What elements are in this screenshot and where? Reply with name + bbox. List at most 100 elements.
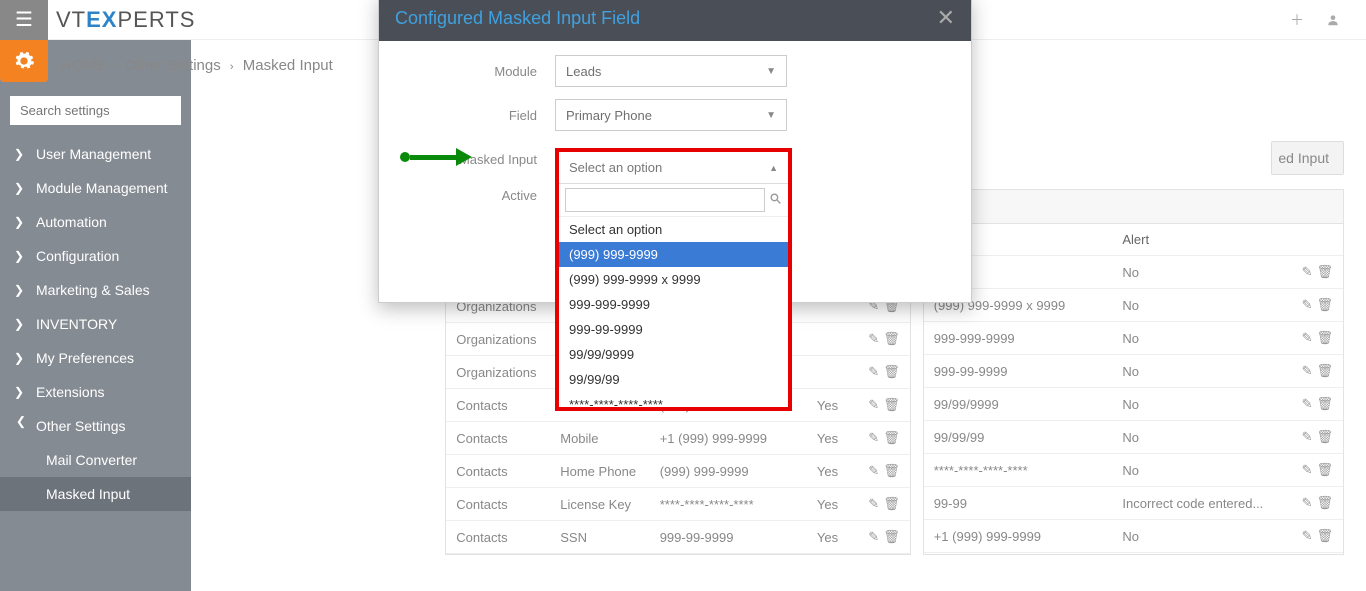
label-active: Active: [379, 188, 555, 203]
dropdown-option[interactable]: 999-99-9999: [559, 317, 788, 342]
row-actions: ✎🗑: [1283, 355, 1343, 388]
cell: +1 (999) 999-9999: [924, 520, 1113, 553]
cell: Contacts: [446, 521, 550, 554]
sidebar-item-module-management[interactable]: ❯Module Management: [0, 171, 191, 205]
chevron-right-icon: ›: [116, 61, 120, 73]
delete-icon[interactable]: 🗑: [1316, 297, 1333, 312]
cell: 999-99-9999: [650, 521, 807, 554]
gear-icon[interactable]: [0, 40, 48, 82]
cell: No: [1112, 289, 1283, 322]
dropdown-option[interactable]: (999) 999-9999 x 9999: [559, 267, 788, 292]
table-row: 999-99-9999No✎🗑: [924, 355, 1343, 388]
masked-input-dropdown: Select an option ▲ Select an option(999)…: [555, 148, 792, 411]
cell: ****-****-****-****: [650, 488, 807, 521]
sidebar-item-my-preferences[interactable]: ❯My Preferences: [0, 341, 191, 375]
delete-icon[interactable]: 🗑: [1316, 429, 1333, 444]
edit-icon[interactable]: ✎: [1302, 264, 1313, 279]
delete-icon[interactable]: 🗑: [1316, 462, 1333, 477]
edit-icon[interactable]: ✎: [868, 529, 879, 544]
chevron-right-icon: ❯: [14, 215, 28, 229]
delete-icon[interactable]: 🗑: [1316, 396, 1333, 411]
delete-icon[interactable]: 🗑: [1316, 363, 1333, 378]
sidebar-sub-label: Masked Input: [46, 486, 130, 502]
sidebar-item-label: My Preferences: [36, 350, 134, 366]
sidebar-item-other-settings[interactable]: Other Settings: [0, 409, 191, 443]
edit-icon[interactable]: ✎: [868, 364, 879, 379]
dropdown-option[interactable]: 999-999-9999: [559, 292, 788, 317]
delete-icon[interactable]: 🗑: [1316, 495, 1333, 510]
cell: SSN: [550, 521, 649, 554]
sidebar-item-marketing-sales[interactable]: ❯Marketing & Sales: [0, 273, 191, 307]
delete-icon[interactable]: 🗑: [883, 331, 900, 346]
sidebar: ❯User Management ❯Module Management ❯Aut…: [0, 40, 191, 591]
user-icon[interactable]: [1324, 11, 1342, 29]
delete-icon[interactable]: 🗑: [883, 430, 900, 445]
dropdown-option[interactable]: (999) 999-9999: [559, 242, 788, 267]
delete-icon[interactable]: 🗑: [1316, 528, 1333, 543]
caret-up-icon: ▲: [769, 163, 778, 173]
edit-icon[interactable]: ✎: [1302, 297, 1313, 312]
sidebar-search: [10, 96, 181, 125]
cell: 999-999-9999: [924, 322, 1113, 355]
sidebar-item-label: Extensions: [36, 384, 104, 400]
sidebar-item-extensions[interactable]: ❯Extensions: [0, 375, 191, 409]
delete-icon[interactable]: 🗑: [883, 463, 900, 478]
breadcrumb-l1[interactable]: Other Settings: [125, 57, 221, 74]
delete-icon[interactable]: 🗑: [883, 529, 900, 544]
dropdown-list[interactable]: Select an option(999) 999-9999(999) 999-…: [559, 217, 788, 407]
table-row: ContactsMobile+1 (999) 999-9999Yes✎🗑: [446, 422, 909, 455]
sidebar-item-automation[interactable]: ❯Automation: [0, 205, 191, 239]
delete-icon[interactable]: 🗑: [1316, 330, 1333, 345]
delete-icon[interactable]: 🗑: [883, 397, 900, 412]
breadcrumb-home[interactable]: HOME: [60, 57, 107, 74]
cell: 99/99/99: [924, 421, 1113, 454]
close-icon[interactable]: ✕: [937, 5, 955, 31]
dropdown-search-input[interactable]: [565, 188, 765, 212]
edit-icon[interactable]: ✎: [1302, 330, 1313, 345]
delete-icon[interactable]: 🗑: [883, 496, 900, 511]
right-table: Alert No✎🗑(999) 999-9999 x 9999No✎🗑999-9…: [923, 189, 1344, 555]
module-select[interactable]: Leads▼: [555, 55, 787, 87]
delete-icon[interactable]: 🗑: [883, 364, 900, 379]
edit-icon[interactable]: ✎: [868, 430, 879, 445]
logo-vt: VT: [56, 7, 86, 32]
sidebar-item-inventory[interactable]: ❯INVENTORY: [0, 307, 191, 341]
edit-icon[interactable]: ✎: [868, 463, 879, 478]
modal-title: Configured Masked Input Field: [395, 8, 640, 29]
cell: No: [1112, 355, 1283, 388]
cell: Organizations: [446, 356, 550, 389]
sidebar-item-label: Other Settings: [36, 418, 126, 434]
add-icon[interactable]: ＋: [1288, 11, 1306, 29]
sidebar-sub-masked-input[interactable]: Masked Input: [0, 477, 191, 511]
delete-icon[interactable]: 🗑: [1316, 264, 1333, 279]
edit-icon[interactable]: ✎: [1302, 363, 1313, 378]
dropdown-selected[interactable]: Select an option ▲: [559, 152, 788, 184]
cell: No: [1112, 520, 1283, 553]
edit-icon[interactable]: ✎: [1302, 396, 1313, 411]
edit-icon[interactable]: ✎: [1302, 528, 1313, 543]
edit-icon[interactable]: ✎: [1302, 495, 1313, 510]
edit-icon[interactable]: ✎: [1302, 429, 1313, 444]
logo-ex: EX: [86, 7, 117, 32]
sidebar-item-user-management[interactable]: ❯User Management: [0, 137, 191, 171]
sidebar-sub-mail-converter[interactable]: Mail Converter: [0, 443, 191, 477]
search-input[interactable]: [10, 96, 181, 125]
dropdown-option[interactable]: Select an option: [559, 217, 788, 242]
edit-icon[interactable]: ✎: [868, 397, 879, 412]
edit-icon[interactable]: ✎: [868, 331, 879, 346]
dropdown-option[interactable]: 99/99/9999: [559, 342, 788, 367]
edit-icon[interactable]: ✎: [1302, 462, 1313, 477]
caret-down-icon: ▼: [766, 110, 776, 121]
table-row: +1 (999) 999-9999No ✎🗑: [924, 520, 1343, 553]
cell: 99-99: [924, 487, 1113, 520]
table-row: (999) 999-9999 x 9999No✎🗑: [924, 289, 1343, 322]
edit-icon[interactable]: ✎: [868, 496, 879, 511]
hamburger-menu[interactable]: ☰: [0, 0, 48, 40]
right-button[interactable]: ed Input: [1271, 141, 1344, 175]
cell: Contacts: [446, 488, 550, 521]
sidebar-item-configuration[interactable]: ❯Configuration: [0, 239, 191, 273]
label-field: Field: [379, 108, 555, 123]
dropdown-option[interactable]: 99/99/99: [559, 367, 788, 392]
dropdown-option[interactable]: ****-****-****-****: [559, 392, 788, 407]
field-select[interactable]: Primary Phone▼: [555, 99, 787, 131]
